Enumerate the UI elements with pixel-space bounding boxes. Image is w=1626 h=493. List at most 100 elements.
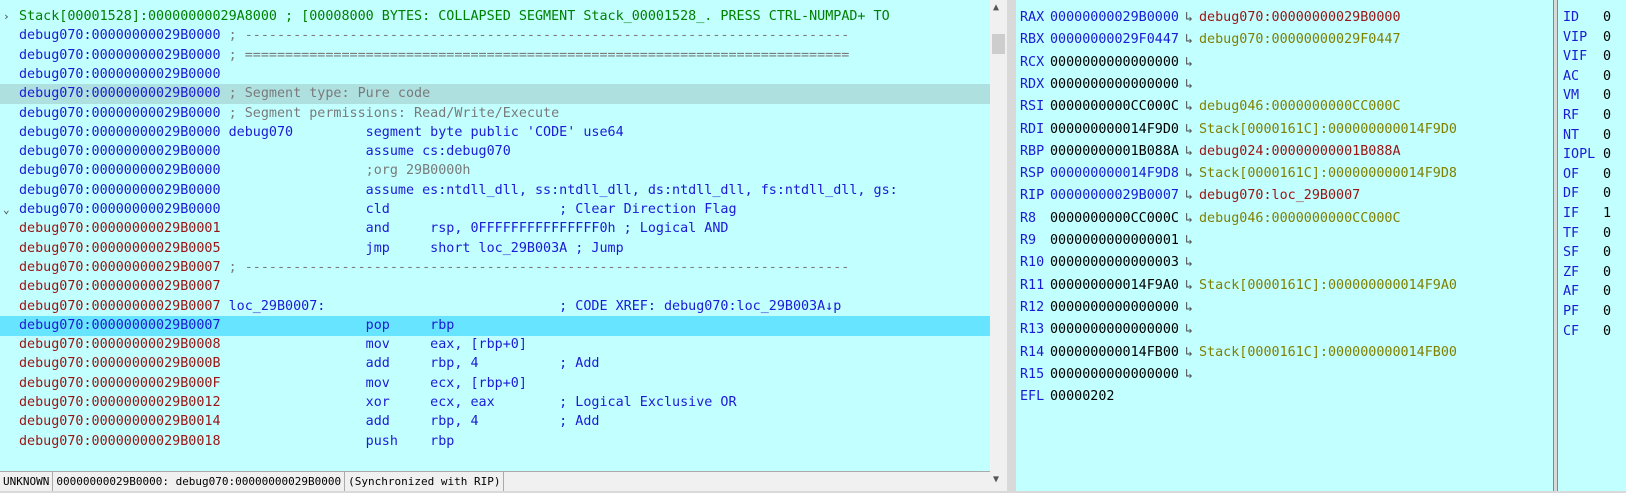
flag-value[interactable]: 0 bbox=[1603, 186, 1611, 201]
disasm-line[interactable]: debug070:00000000029B0001 and rsp, 0FFFF… bbox=[0, 219, 995, 239]
disasm-address[interactable]: debug070:00000000029B0000 bbox=[19, 161, 221, 181]
disasm-line[interactable]: debug070:00000000029B0000 ; ------------… bbox=[0, 26, 995, 46]
jump-icon[interactable]: ↳ bbox=[1179, 6, 1199, 29]
flag-row[interactable]: RF 0 bbox=[1563, 106, 1611, 126]
flag-value[interactable]: 0 bbox=[1603, 88, 1611, 103]
register-row[interactable]: RCX 0000000000000000 ↳ bbox=[1020, 51, 1199, 74]
register-target[interactable]: Stack[0000161C]:000000000014F9D0 bbox=[1199, 122, 1457, 137]
register-target[interactable]: debug024:00000000001B088A bbox=[1199, 144, 1401, 159]
register-target[interactable]: debug070:loc_29B0007 bbox=[1199, 188, 1360, 203]
flag-value[interactable]: 1 bbox=[1603, 206, 1611, 221]
register-row[interactable]: R11 000000000014F9A0 ↳ Stack[0000161C]:0000… bbox=[1020, 274, 1457, 297]
register-value[interactable]: 0000000000000003 bbox=[1050, 255, 1179, 270]
disasm-address[interactable]: debug070:00000000029B000B bbox=[19, 354, 221, 374]
disasm-line[interactable]: debug070:00000000029B000F mov ecx, [rbp+… bbox=[0, 374, 995, 394]
flag-row[interactable]: DF 0 bbox=[1563, 184, 1611, 204]
disasm-line[interactable]: debug070:00000000029B0014 add rbp, 4 ; A… bbox=[0, 412, 995, 432]
flag-value[interactable]: 0 bbox=[1603, 128, 1611, 143]
jump-icon[interactable]: ↳ bbox=[1179, 73, 1199, 96]
register-value[interactable]: 00000000029B0007 bbox=[1050, 188, 1179, 203]
disasm-line[interactable]: debug070:00000000029B0000 bbox=[0, 65, 995, 85]
register-target[interactable]: debug046:0000000000CC000C bbox=[1199, 99, 1401, 114]
jump-icon[interactable]: ↳ bbox=[1179, 296, 1199, 319]
register-target[interactable]: Stack[0000161C]:000000000014FB00 bbox=[1199, 345, 1457, 360]
register-value[interactable]: 000000000014F9D8 bbox=[1050, 166, 1179, 181]
jump-icon[interactable]: ↳ bbox=[1179, 341, 1199, 364]
register-value[interactable]: 0000000000000000 bbox=[1050, 77, 1179, 92]
register-target[interactable]: Stack[0000161C]:000000000014F9A0 bbox=[1199, 278, 1457, 293]
flag-row[interactable]: IOPL 0 bbox=[1563, 145, 1611, 165]
disasm-address[interactable]: debug070:00000000029B0000 bbox=[19, 26, 221, 46]
disasm-address[interactable]: debug070:00000000029B0014 bbox=[19, 412, 221, 432]
disasm-line[interactable]: debug070:00000000029B0007 loc_29B0007: ;… bbox=[0, 297, 995, 317]
flag-value[interactable]: 0 bbox=[1603, 69, 1611, 84]
disasm-address[interactable]: debug070:00000000029B0007 bbox=[19, 277, 221, 297]
disasm-address[interactable]: debug070:00000000029B0007 bbox=[19, 258, 221, 278]
collapse-arrow-icon[interactable]: › bbox=[3, 7, 13, 27]
flag-value[interactable]: 0 bbox=[1603, 245, 1611, 260]
disasm-line[interactable]: debug070:00000000029B0018 push rbp bbox=[0, 432, 995, 452]
flag-row[interactable]: AC 0 bbox=[1563, 67, 1611, 87]
flag-value[interactable]: 0 bbox=[1603, 30, 1611, 45]
disasm-line[interactable]: debug070:00000000029B0000 assume es:ntdl… bbox=[0, 181, 995, 201]
disasm-address[interactable]: debug070:00000000029B0012 bbox=[19, 393, 221, 413]
disasm-line[interactable]: debug070:00000000029B000B add rbp, 4 ; A… bbox=[0, 354, 995, 374]
scroll-up-icon[interactable]: ▲ bbox=[993, 2, 1004, 13]
disasm-address[interactable]: debug070:00000000029B0007 bbox=[19, 297, 221, 317]
disassembly-view[interactable]: › Stack[00001528]:00000000029A8000 ; [000… bbox=[0, 0, 995, 491]
flag-row[interactable]: VIP 0 bbox=[1563, 28, 1611, 48]
disasm-line[interactable]: debug070:00000000029B0000 ; Segment perm… bbox=[0, 104, 995, 124]
register-value[interactable]: 00000000029F0447 bbox=[1050, 32, 1179, 47]
jump-icon[interactable]: ↳ bbox=[1179, 118, 1199, 141]
disasm-line[interactable]: debug070:00000000029B0000 ; Segment type… bbox=[0, 84, 995, 105]
register-value[interactable]: 000000000014F9A0 bbox=[1050, 278, 1179, 293]
register-target[interactable]: debug046:0000000000CC000C bbox=[1199, 211, 1401, 226]
register-row[interactable]: RBP 00000000001B088A ↳ debug024:00000000001… bbox=[1020, 140, 1401, 163]
general-registers-view[interactable]: RAX 00000000029B0000 ↳ debug070:00000000029… bbox=[1015, 0, 1554, 491]
disasm-line[interactable]: debug070:00000000029B0008 mov eax, [rbp+… bbox=[0, 335, 995, 355]
flag-row[interactable]: TF 0 bbox=[1563, 224, 1611, 244]
disasm-address[interactable]: Stack[00001528]:00000000029A8000 bbox=[19, 7, 277, 27]
flag-value[interactable]: 0 bbox=[1603, 10, 1611, 25]
register-value[interactable]: 0000000000000001 bbox=[1050, 233, 1179, 248]
disasm-line[interactable]: debug070:00000000029B0000 debug070 segme… bbox=[0, 123, 995, 143]
disasm-line[interactable]: › Stack[00001528]:00000000029A8000 ; [000… bbox=[0, 7, 995, 27]
flag-row[interactable]: OF 0 bbox=[1563, 165, 1611, 185]
flag-row[interactable]: VM 0 bbox=[1563, 86, 1611, 106]
jump-icon[interactable]: ↳ bbox=[1179, 162, 1199, 185]
flag-value[interactable]: 0 bbox=[1603, 108, 1611, 123]
disasm-address[interactable]: debug070:00000000029B0007 bbox=[19, 316, 221, 336]
expand-arrow-icon[interactable]: ⌄ bbox=[3, 200, 13, 220]
flag-row[interactable]: IF 1 bbox=[1563, 204, 1611, 224]
disasm-line[interactable]: debug070:00000000029B0007 bbox=[0, 277, 995, 297]
register-value[interactable]: 0000000000CC000C bbox=[1050, 99, 1179, 114]
register-row[interactable]: RSI 0000000000CC000C ↳ debug046:0000000000C… bbox=[1020, 95, 1401, 118]
disasm-address[interactable]: debug070:00000000029B000F bbox=[19, 374, 221, 394]
flag-row[interactable]: ID 0 bbox=[1563, 8, 1611, 28]
jump-icon[interactable]: ↳ bbox=[1179, 318, 1199, 341]
jump-icon[interactable]: ↳ bbox=[1179, 363, 1199, 386]
register-row[interactable]: R12 0000000000000000 ↳ bbox=[1020, 296, 1199, 319]
register-row[interactable]: RBX 00000000029F0447 ↳ debug070:00000000029… bbox=[1020, 28, 1401, 51]
disasm-address[interactable]: debug070:00000000029B0001 bbox=[19, 219, 221, 239]
register-value[interactable]: 000000000014FB00 bbox=[1050, 345, 1179, 360]
disasm-line[interactable]: debug070:00000000029B0000 ; ============… bbox=[0, 46, 995, 66]
disasm-address[interactable]: debug070:00000000029B0000 bbox=[19, 123, 221, 143]
register-row[interactable]: RDI 000000000014F9D0 ↳ Stack[0000161C]:0000… bbox=[1020, 118, 1457, 141]
disasm-line[interactable]: debug070:00000000029B0007 ; ------------… bbox=[0, 258, 995, 278]
disasm-address[interactable]: debug070:00000000029B0018 bbox=[19, 432, 221, 452]
flag-value[interactable]: 0 bbox=[1603, 49, 1611, 64]
disasm-line[interactable]: debug070:00000000029B0000 assume cs:debu… bbox=[0, 142, 995, 162]
flag-value[interactable]: 0 bbox=[1603, 284, 1611, 299]
jump-icon[interactable]: ↳ bbox=[1179, 140, 1199, 163]
disasm-address[interactable]: debug070:00000000029B0000 bbox=[19, 181, 221, 201]
disasm-address[interactable]: debug070:00000000029B0000 bbox=[19, 84, 221, 104]
register-value[interactable]: 00000000029B0000 bbox=[1050, 10, 1179, 25]
scroll-thumb[interactable] bbox=[992, 34, 1005, 54]
flag-row[interactable]: AF 0 bbox=[1563, 282, 1611, 302]
flag-row[interactable]: SF 0 bbox=[1563, 243, 1611, 263]
register-row[interactable]: R13 0000000000000000 ↳ bbox=[1020, 318, 1199, 341]
disasm-line[interactable]: debug070:00000000029B0012 xor ecx, eax ;… bbox=[0, 393, 995, 413]
register-row[interactable]: RIP 00000000029B0007 ↳ debug070:loc_29B0007 bbox=[1020, 184, 1360, 207]
disasm-line[interactable]: debug070:00000000029B0005 jmp short loc_… bbox=[0, 239, 995, 259]
